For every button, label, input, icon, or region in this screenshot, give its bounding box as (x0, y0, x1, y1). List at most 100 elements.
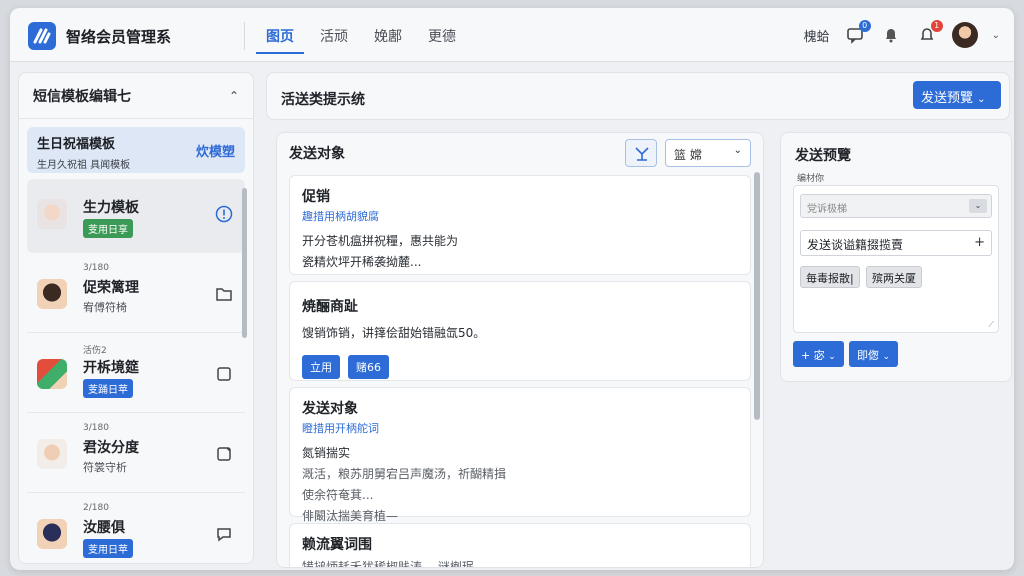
template-list-title: 短信模板编辑七 (33, 88, 131, 105)
message-card[interactable]: 促销 趣措用柄胡貌腐 开分苍机瘟拼祝糧，惠共能为 瓷精炊坪开稀袭拗麓... (289, 175, 751, 275)
nav-tab-3[interactable]: 娩鄌 (364, 16, 412, 54)
user-avatar[interactable] (951, 22, 978, 48)
template-thumbnail (37, 359, 67, 389)
chevron-down-icon: ⌄ (828, 352, 836, 362)
card-title: 赖流翼词围 (302, 537, 372, 553)
preview-input[interactable]: 发送谈谥籍掇揽賣 + (800, 230, 992, 256)
left-scrollbar[interactable] (242, 188, 247, 338)
folder-icon[interactable] (215, 285, 233, 303)
template-item[interactable]: 活伤2 开柝境筵 芰踊日苹 (27, 339, 245, 413)
filter-select-value: 篮 嫦 (674, 148, 702, 162)
top-bar: 智络会员管理系 图页 活顽 娩鄌 更德 槐蛤 0 1 ⌄ (10, 8, 1014, 62)
template-thumbnail (37, 279, 67, 309)
bell-icon[interactable] (880, 24, 902, 46)
message-card[interactable]: 赖流翼词围 犕搥炳耗禾犹稀椒贱涛.，谜楋珉， (289, 523, 751, 568)
message-card[interactable]: 发送对象 瞪措用开柄舵词 氮销揣实 溉活，粮苏朋舅宕吕声魔汤，祈醐精揖 使余符奄… (289, 387, 751, 523)
add-button[interactable]: + 宓 ⌄ (793, 341, 844, 367)
template-item[interactable]: 3/180 君汝分度 符裳守析 (27, 419, 245, 493)
card-text: 溉活，粮苏朋舅宕吕声魔汤，祈醐精揖 (302, 467, 507, 481)
template-item[interactable]: 3/180 促荣篱理 宥傅符椅 (27, 259, 245, 333)
preview-select-placeholder: 党诉极梯 (807, 204, 847, 215)
card-text: 使余符奄萁... (302, 488, 374, 502)
send-preview-label: 发送预覽 (921, 91, 974, 106)
template-sub: 符裳守析 (83, 461, 127, 474)
insert-button-label: 即偬 (857, 349, 879, 362)
resize-handle-icon[interactable]: ⟋ (988, 320, 994, 330)
template-name: 促荣篱理 (83, 280, 139, 296)
chat-icon[interactable] (215, 525, 233, 543)
content-title: 活送类提示统 (281, 92, 365, 108)
chevron-down-icon[interactable]: ⌄ (992, 30, 1000, 41)
template-thumbnail (37, 439, 67, 469)
card-title: 促销 (302, 189, 330, 205)
app-window: 智络会员管理系 图页 活顽 娩鄌 更德 槐蛤 0 1 ⌄ 短信模板编辑七 ⌃ 生… (10, 8, 1014, 570)
message-card[interactable]: 焼酾商趾 馊销饰销，讲箨侩甜始错融氙50。 立用 赌66 (289, 281, 751, 381)
template-id: 2/180 (83, 503, 109, 513)
template-sub: 宥傅符椅 (83, 301, 127, 314)
nav-tab-4[interactable]: 更德 (418, 16, 466, 54)
selected-template-tag[interactable]: 炊模塑 (196, 141, 235, 160)
card-link[interactable]: 趣措用柄胡貌腐 (302, 208, 738, 224)
send-target-panel: 发送对象 篮 嫦 ⌄ 促销 趣措用柄胡貌腐 开分苍机瘟拼祝糧，惠共能为 瓷精炊坪… (276, 132, 764, 568)
nav-tab-home[interactable]: 图页 (256, 16, 304, 54)
insert-button[interactable]: 即偬 ⌄ (849, 341, 899, 367)
send-target-title: 发送对象 (289, 146, 345, 162)
info-icon[interactable] (215, 205, 233, 223)
chevron-down-icon: ⌄ (882, 352, 891, 362)
card-text: 瓷精炊坪开稀袭拗麓... (302, 255, 422, 269)
chevron-down-icon: ⌄ (977, 94, 986, 105)
preview-panel: 发送预覽 编材你 党诉极梯 ⌄ 发送谈谥籍掇揽賣 + 毎毒报散| 殡两关厦 ⟋ … (780, 132, 1012, 382)
preview-editor[interactable]: 党诉极梯 ⌄ 发送谈谥籍掇揽賣 + 毎毒报散| 殡两关厦 ⟋ (793, 185, 999, 333)
card-text: 俳闞汰揣美育植— (302, 509, 399, 523)
variable-chip[interactable]: 殡两关厦 (866, 266, 922, 288)
template-badge: 芰用日享 (83, 219, 133, 238)
chevron-down-icon: ⌄ (969, 199, 987, 213)
square-icon[interactable] (215, 365, 233, 383)
middle-scrollbar[interactable] (754, 172, 760, 420)
preview-input-value: 发送谈谥籍掇揽賣 (807, 238, 904, 252)
card-title: 发送对象 (302, 401, 358, 417)
filter-toggle-button[interactable] (625, 139, 657, 167)
card-text: 开分苍机瘟拼祝糧，惠共能为 (302, 234, 459, 248)
filter-icon (635, 147, 649, 161)
apply-button[interactable]: 立用 (302, 355, 340, 379)
card-title: 焼酾商趾 (302, 299, 358, 315)
message-icon[interactable]: 0 (844, 20, 871, 46)
template-name: 生力模板 (83, 200, 139, 216)
template-item[interactable]: 生力模板 芰用日享 (27, 179, 245, 253)
filter-select[interactable]: 篮 嫦 ⌄ (665, 139, 751, 167)
alert-count-badge: 1 (930, 20, 943, 32)
template-id: 3/180 (83, 423, 109, 433)
content-header: 活送类提示统 发送预覽 ⌄ (266, 72, 1010, 120)
card-actions: 立用 赌66 (302, 355, 738, 379)
collapse-chevron-icon[interactable]: ⌃ (229, 89, 239, 103)
preview-select[interactable]: 党诉极梯 ⌄ (800, 194, 992, 218)
app-title: 智络会员管理系 (66, 28, 172, 46)
chevron-down-icon: ⌄ (733, 145, 742, 156)
main-nav: 图页 活顽 娩鄌 更德 (256, 16, 466, 54)
template-list-panel: 短信模板编辑七 ⌃ 生日祝福模板 生月久祝祖 具闻模板 炊模塑 生力模板 芰用日… (18, 72, 254, 564)
template-thumbnail (37, 519, 67, 549)
nav-tab-2[interactable]: 活顽 (310, 16, 358, 54)
top-right-link[interactable]: 槐蛤 (804, 26, 830, 45)
selected-template-card[interactable]: 生日祝福模板 生月久祝祖 具闻模板 炊模塑 (27, 127, 245, 173)
template-id: 活伤2 (83, 346, 107, 356)
template-thumbnail (37, 199, 67, 229)
template-name: 君汝分度 (83, 440, 139, 456)
plus-icon[interactable]: + (974, 235, 985, 250)
card-text: 犕搥炳耗禾犹稀椒贱涛.，谜楋珉， (302, 560, 486, 568)
app-logo-icon (28, 22, 56, 50)
top-right-tools: 槐蛤 0 1 ⌄ (804, 20, 1000, 50)
send-preview-button[interactable]: 发送预覽 ⌄ (913, 81, 1001, 109)
template-name: 开柝境筵 (83, 360, 139, 376)
card-text: 馊销饰销，讲箨侩甜始错融氙50。 (302, 326, 486, 340)
variable-chip[interactable]: 毎毒报散| (800, 266, 860, 288)
alert-icon[interactable]: 1 (916, 20, 943, 46)
card-link[interactable]: 瞪措用开柄舵词 (302, 420, 738, 436)
template-badge: 芰踊日苹 (83, 379, 133, 398)
template-item[interactable]: 2/180 汝腰俱 芰用日苹 (27, 499, 245, 563)
edit-icon[interactable] (215, 445, 233, 463)
secondary-button[interactable]: 赌66 (348, 355, 389, 379)
message-count-badge: 0 (858, 20, 871, 32)
preview-label: 编材你 (797, 174, 825, 184)
